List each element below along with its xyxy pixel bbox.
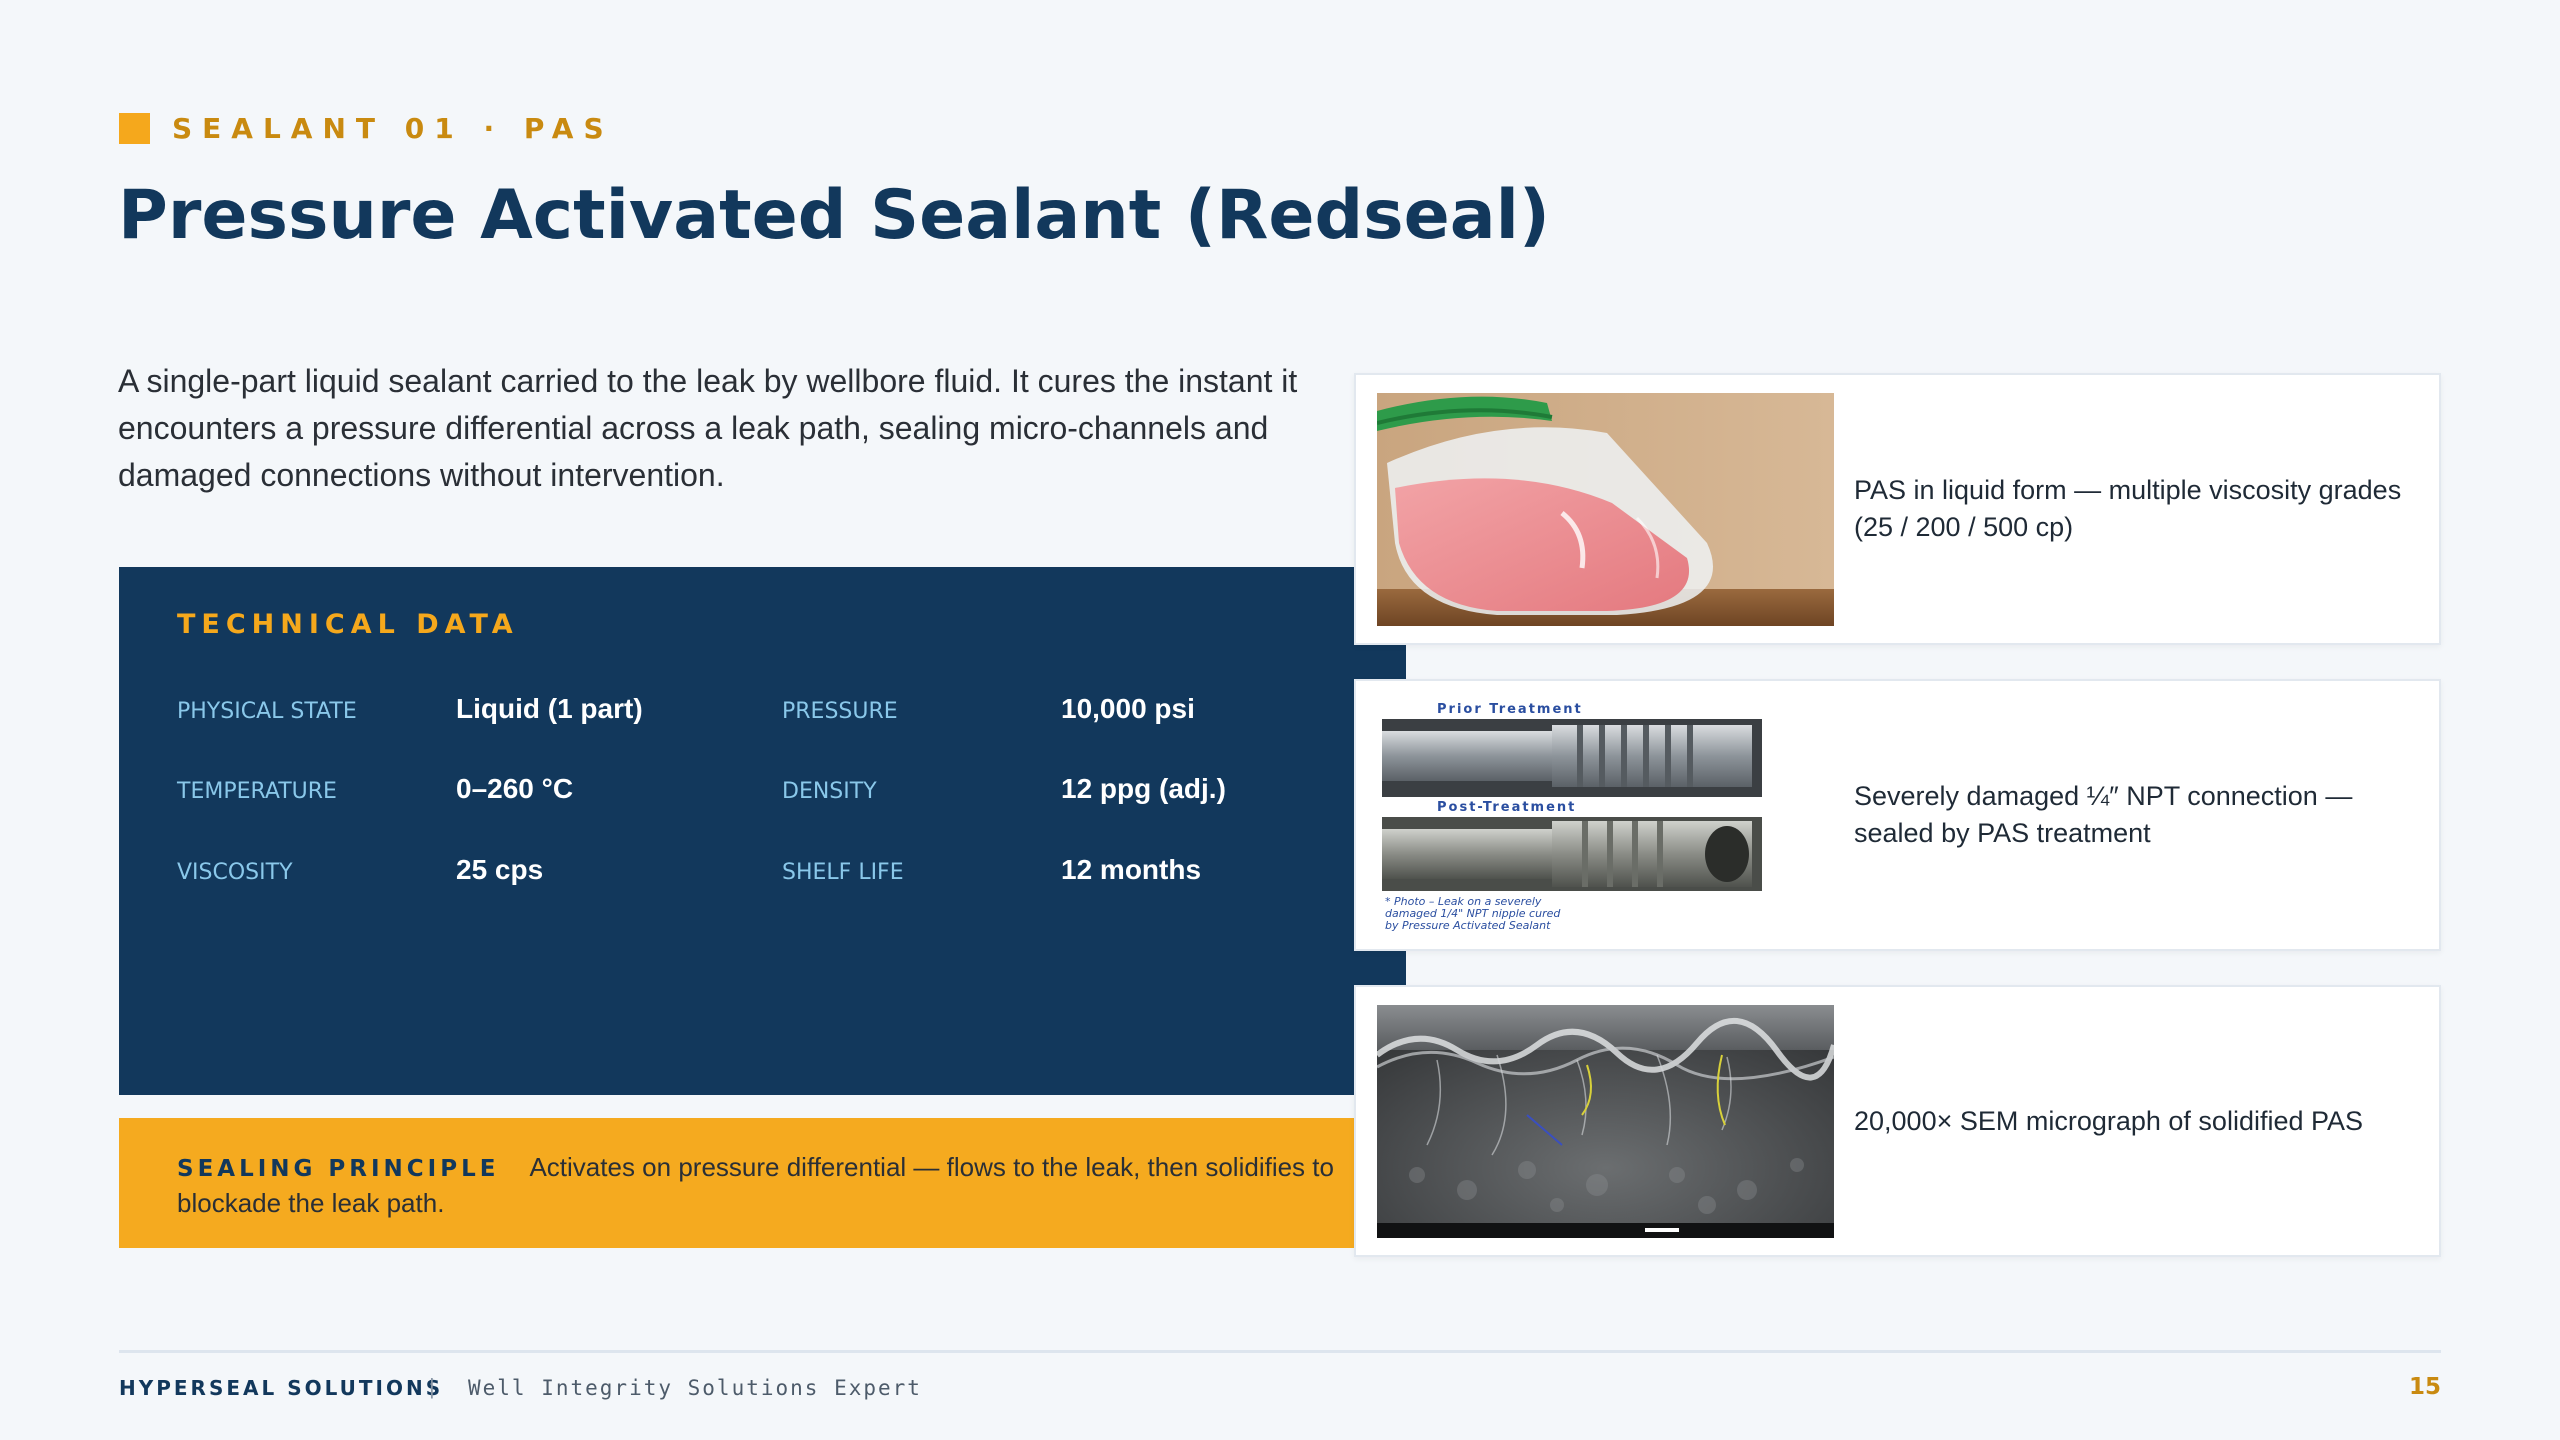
image-label-prior: Prior Treatment bbox=[1437, 702, 1583, 717]
sem-micrograph-image bbox=[1377, 1005, 1834, 1238]
image-note-line-3: by Pressure Activated Sealant bbox=[1385, 919, 1551, 932]
card-caption: Severely damaged ¼″ NPT connection — sea… bbox=[1854, 781, 2353, 848]
spec-value: 10,000 psi bbox=[1061, 693, 1195, 724]
sealing-principle-label: SEALING PRINCIPLE bbox=[177, 1156, 500, 1182]
eyebrow-square-icon bbox=[119, 113, 150, 144]
footer-separator: | bbox=[429, 1374, 435, 1399]
spec-value: Liquid (1 part) bbox=[456, 693, 643, 724]
card-caption: 20,000× SEM micrograph of solidified PAS bbox=[1854, 1105, 2364, 1136]
footer-brand: HYPERSEAL SOLUTIONS bbox=[119, 1376, 444, 1400]
image-label-post: Post-Treatment bbox=[1437, 800, 1576, 815]
spec-value: 25 cps bbox=[456, 854, 544, 885]
spec-label: VISCOSITY bbox=[177, 860, 293, 885]
image-card-connection: Prior Treatment Post-Treatment * Photo –… bbox=[1354, 679, 2441, 951]
spec-value: 12 months bbox=[1061, 854, 1202, 885]
spec-label: PRESSURE bbox=[782, 699, 898, 724]
eyebrow-text: SEALANT 01 · PAS bbox=[172, 112, 614, 145]
spec-label: PHYSICAL STATE bbox=[177, 699, 357, 724]
page-title: Pressure Activated Sealant (Redseal) bbox=[118, 176, 1550, 255]
section-eyebrow: SEALANT 01 · PAS bbox=[119, 112, 614, 145]
spec-label: DENSITY bbox=[782, 779, 877, 804]
image-card-liquid: PAS in liquid form — multiple viscosity … bbox=[1354, 373, 2441, 645]
spec-value: 12 ppg (adj.) bbox=[1061, 773, 1226, 804]
footer-divider bbox=[119, 1350, 2441, 1353]
sealing-principle-banner: SEALING PRINCIPLE Activates on pressure d… bbox=[119, 1118, 1406, 1248]
spec-label: TEMPERATURE bbox=[177, 779, 337, 804]
intro-paragraph: A single-part liquid sealant carried to … bbox=[118, 363, 1298, 493]
technical-data-title: TECHNICAL DATA bbox=[177, 609, 519, 640]
page-number: 15 bbox=[2408, 1374, 2441, 1400]
spec-label: SHELF LIFE bbox=[782, 860, 904, 885]
connection-comparison-image: Prior Treatment Post-Treatment * Photo –… bbox=[1377, 699, 1834, 932]
liquid-sample-image bbox=[1377, 393, 1834, 626]
spec-value: 0–260 °C bbox=[456, 773, 574, 804]
footer-tagline: Well Integrity Solutions Expert bbox=[468, 1376, 922, 1400]
image-card-sem: 20,000× SEM micrograph of solidified PAS bbox=[1354, 985, 2441, 1257]
card-caption: PAS in liquid form — multiple viscosity … bbox=[1854, 475, 2402, 542]
technical-data-panel: TECHNICAL DATA PHYSICAL STATE Liquid (1 … bbox=[119, 567, 1406, 1095]
